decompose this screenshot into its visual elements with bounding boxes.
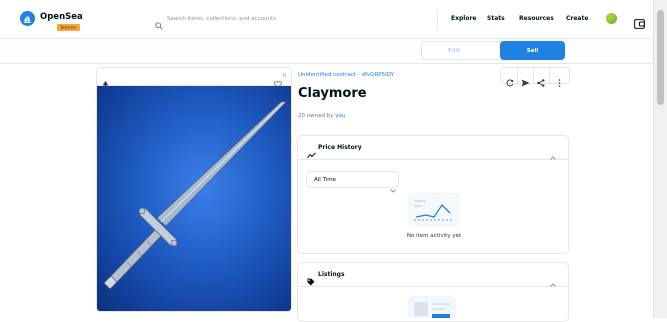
profile-icon[interactable] xyxy=(606,13,617,24)
nav-divider xyxy=(437,10,438,30)
time-range-value: All Time xyxy=(314,177,337,183)
media-header: 0 xyxy=(97,68,291,89)
owned-by-line: 20 owned by you xyxy=(298,113,345,119)
price-history-panel: Price History All Time No item activity … xyxy=(297,135,569,254)
listings-header[interactable]: Listings xyxy=(298,263,568,287)
price-history-title: Price History xyxy=(318,144,362,151)
top-navigation: OpenSea Testnets Explore Stats Resources… xyxy=(0,0,667,39)
listings-panel: Listings xyxy=(297,262,569,322)
wallet-icon[interactable] xyxy=(634,14,645,33)
share-icon[interactable] xyxy=(537,72,545,91)
toolbar-divider xyxy=(533,68,534,83)
nav-resources[interactable]: Resources xyxy=(519,15,554,22)
sell-button[interactable]: Sell xyxy=(500,41,565,60)
chevron-up-icon[interactable] xyxy=(550,145,556,164)
nav-create[interactable]: Create xyxy=(566,15,588,22)
trend-icon xyxy=(307,144,316,163)
chevron-down-icon xyxy=(390,178,396,197)
owner-link[interactable]: you xyxy=(335,113,345,119)
listings-title: Listings xyxy=(318,271,345,278)
empty-chart-illustration xyxy=(408,193,460,226)
edit-button-label: Edit xyxy=(447,47,461,54)
chevron-up-icon[interactable] xyxy=(550,272,556,291)
collection-link[interactable]: Unidentified contract - dfvGRP5IDY xyxy=(298,72,394,78)
item-action-bar: Edit Sell xyxy=(0,39,653,64)
owned-count: 20 owned by xyxy=(298,113,334,119)
item-toolbar xyxy=(500,67,570,87)
toolbar-divider xyxy=(517,68,518,83)
search-input[interactable] xyxy=(167,13,427,25)
nav-explore[interactable]: Explore xyxy=(451,15,476,22)
empty-activity-text: No item activity yet xyxy=(406,233,462,239)
testnet-badge: Testnets xyxy=(57,24,80,31)
nav-stats[interactable]: Stats xyxy=(487,15,505,22)
tag-icon xyxy=(307,271,315,290)
opensea-logo-icon[interactable] xyxy=(20,11,35,26)
item-title: Claymore xyxy=(298,86,367,101)
scrollbar-thumb[interactable] xyxy=(657,10,664,105)
toolbar-divider xyxy=(549,68,550,83)
empty-listings-illustration xyxy=(408,296,456,318)
nft-image-claymore[interactable] xyxy=(97,86,291,311)
favorite-count: 0 xyxy=(283,73,287,79)
brand-name[interactable]: OpenSea xyxy=(40,12,83,22)
more-icon[interactable] xyxy=(558,72,561,91)
item-media-card: 0 xyxy=(96,67,292,312)
refresh-icon[interactable] xyxy=(506,72,514,91)
time-range-select[interactable]: All Time xyxy=(306,171,399,193)
price-history-header[interactable]: Price History xyxy=(298,136,568,160)
send-icon[interactable] xyxy=(521,72,530,91)
page-scrollbar[interactable] xyxy=(653,0,667,318)
search-icon xyxy=(155,15,163,34)
